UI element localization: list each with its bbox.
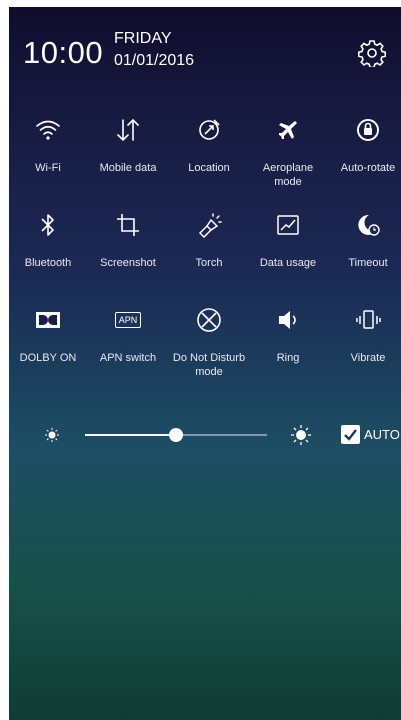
check-icon — [344, 429, 357, 441]
location-icon — [169, 115, 249, 145]
tile-do-not-disturb[interactable]: Do Not Disturb mode — [169, 305, 249, 379]
tile-label: Do Not Disturb mode — [172, 352, 246, 378]
brightness-slider-fill — [85, 434, 176, 436]
airplane-icon — [248, 115, 328, 145]
tile-apn-switch[interactable]: APN APN switch — [88, 305, 168, 365]
tile-label: Mobile data — [99, 162, 157, 174]
tile-wifi[interactable]: Wi-Fi — [9, 115, 88, 175]
dolby-icon — [9, 305, 88, 335]
brightness-high-icon — [291, 425, 311, 450]
auto-rotate-icon — [328, 115, 401, 145]
volume-icon — [248, 305, 328, 335]
tile-bluetooth[interactable]: Bluetooth — [9, 210, 88, 270]
apn-icon: APN — [88, 305, 168, 335]
tile-data-usage[interactable]: Data usage — [248, 210, 328, 270]
timeout-icon — [328, 210, 401, 240]
tile-dolby[interactable]: DOLBY ON — [9, 305, 88, 365]
tile-label: Bluetooth — [24, 257, 72, 269]
tile-vibrate[interactable]: Vibrate — [328, 305, 401, 365]
tile-label: Timeout — [348, 257, 388, 269]
bluetooth-icon — [9, 210, 88, 240]
apn-badge: APN — [114, 312, 142, 328]
quick-settings-panel: 10:00 FRIDAY 01/01/2016 Wi-Fi Mobile dat… — [9, 7, 401, 720]
tile-label: Screenshot — [100, 257, 156, 269]
gear-icon[interactable] — [357, 39, 386, 69]
tile-label: Torch — [195, 257, 223, 269]
tile-label: DOLBY ON — [19, 352, 77, 364]
data-usage-icon — [248, 210, 328, 240]
tile-screenshot[interactable]: Screenshot — [88, 210, 168, 270]
wifi-icon — [9, 115, 88, 145]
do-not-disturb-icon — [169, 305, 249, 335]
day-of-week: FRIDAY — [114, 30, 172, 47]
tile-label: Location — [188, 162, 230, 174]
tile-location[interactable]: Location — [169, 115, 249, 175]
torch-icon — [169, 210, 249, 240]
tile-mobile-data[interactable]: Mobile data — [88, 115, 168, 175]
tile-label: Auto-rotate — [340, 162, 396, 174]
brightness-slider[interactable] — [85, 428, 267, 442]
tile-aeroplane-mode[interactable]: Aeroplane mode — [248, 115, 328, 189]
date-text: 01/01/2016 — [114, 52, 195, 69]
tile-torch[interactable]: Torch — [169, 210, 249, 270]
tile-timeout[interactable]: Timeout — [328, 210, 401, 270]
tile-auto-rotate[interactable]: Auto-rotate — [328, 115, 401, 175]
tile-label: Data usage — [259, 257, 317, 269]
crop-icon — [88, 210, 168, 240]
tile-ring[interactable]: Ring — [248, 305, 328, 365]
tile-label: Wi-Fi — [35, 162, 61, 174]
brightness-slider-thumb[interactable] — [169, 428, 183, 442]
tile-label: Aeroplane mode — [262, 162, 314, 188]
tile-label: Ring — [276, 352, 300, 364]
vibrate-icon — [328, 305, 401, 335]
clock-time: 10:00 — [23, 35, 104, 70]
auto-brightness-label: AUTO — [364, 427, 400, 442]
tile-label: APN switch — [99, 352, 157, 364]
mobile-data-icon — [88, 115, 168, 145]
tile-label: Vibrate — [350, 352, 386, 364]
auto-brightness-checkbox[interactable] — [341, 425, 360, 444]
brightness-low-icon — [45, 428, 59, 447]
